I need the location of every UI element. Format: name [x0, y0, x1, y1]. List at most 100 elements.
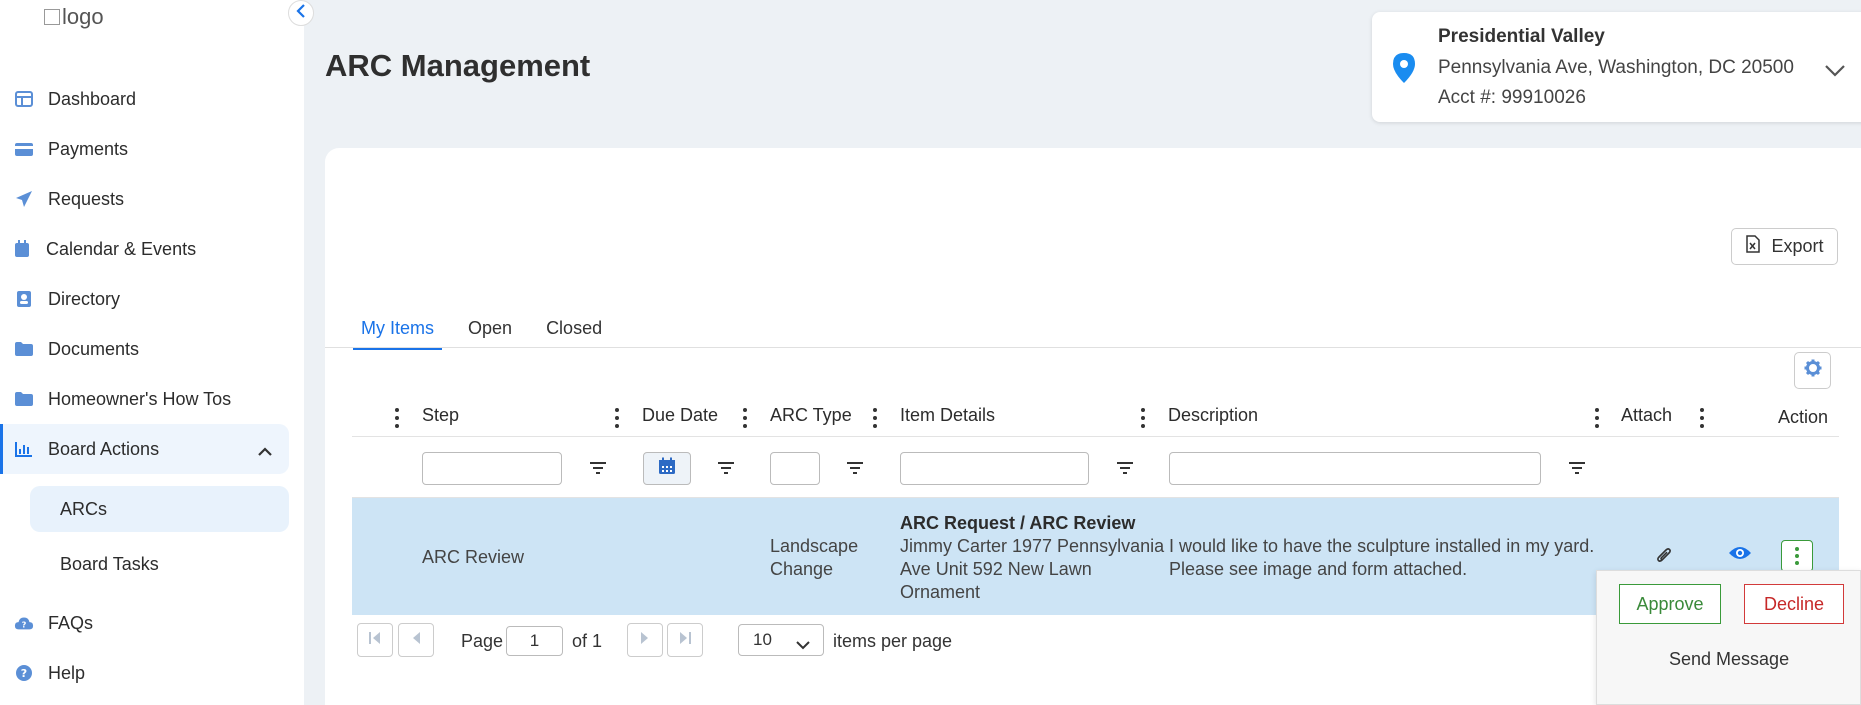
page-number-input[interactable]: 1: [506, 626, 563, 656]
sidebar-subitem-label: Board Tasks: [60, 553, 159, 574]
chevron-down-icon: [795, 635, 811, 655]
sidebar-item-label: Calendar & Events: [46, 238, 197, 259]
column-menu-icon[interactable]: [1594, 408, 1600, 428]
sidebar-item-label: Documents: [48, 338, 140, 359]
first-page-icon: [368, 631, 382, 650]
tab-bar: My Items Open Closed: [353, 310, 628, 350]
next-page-icon: [640, 631, 650, 650]
paperclip-icon[interactable]: [1655, 546, 1673, 571]
cloud-question-icon: ?: [14, 613, 34, 633]
export-button[interactable]: Export: [1731, 228, 1838, 265]
row-actions-button[interactable]: [1781, 540, 1813, 572]
sidebar-item-homeowners-how-tos[interactable]: Homeowner's How Tos: [0, 374, 289, 424]
folder-icon: [14, 339, 34, 359]
bar-chart-icon: [14, 439, 34, 459]
sidebar-item-help[interactable]: ? Help: [0, 648, 289, 698]
column-header-item-details[interactable]: Item Details: [900, 405, 995, 426]
gear-icon: [1804, 359, 1822, 382]
first-page-button[interactable]: [357, 623, 393, 657]
broken-image-icon: [44, 9, 60, 25]
contact-card-icon: [14, 289, 34, 309]
item-title: ARC Request / ARC Review: [900, 513, 1136, 533]
excel-file-icon: [1745, 235, 1761, 258]
column-menu-icon[interactable]: [614, 408, 620, 428]
filter-icon[interactable]: [716, 458, 736, 478]
column-settings-button[interactable]: [1794, 352, 1831, 389]
header-divider: [352, 436, 1839, 437]
sidebar-item-requests[interactable]: Requests: [0, 174, 289, 224]
sidebar-item-board-actions[interactable]: Board Actions: [0, 424, 289, 474]
filter-icon[interactable]: [1567, 458, 1587, 478]
sidebar: logo Dashboard Payments Requests Calenda…: [0, 0, 304, 705]
sidebar-item-calendar[interactable]: Calendar & Events: [0, 224, 289, 274]
step-cell: ARC Review: [422, 547, 525, 567]
tab-my-items[interactable]: My Items: [353, 310, 443, 350]
filter-icon[interactable]: [845, 458, 865, 478]
next-page-button[interactable]: [627, 623, 663, 657]
column-header-due-date[interactable]: Due Date: [642, 405, 718, 426]
column-header-step[interactable]: Step: [422, 405, 459, 426]
sidebar-subitem-arcs[interactable]: ARCs: [30, 486, 289, 532]
community-address: Pennsylvania Ave, Washington, DC 20500: [1438, 57, 1794, 78]
map-pin-icon: [1392, 52, 1416, 89]
approve-button[interactable]: Approve: [1619, 584, 1721, 624]
calendar-icon: [658, 457, 676, 480]
tab-closed[interactable]: Closed: [538, 310, 610, 348]
question-circle-icon: ?: [14, 663, 34, 683]
previous-page-button[interactable]: [398, 623, 434, 657]
arc-type-line: Change: [770, 559, 834, 579]
sidebar-item-payments[interactable]: Payments: [0, 124, 289, 174]
item-details-filter-input[interactable]: [900, 452, 1089, 485]
sidebar-item-label: FAQs: [48, 612, 94, 633]
sidebar-item-directory[interactable]: Directory: [0, 274, 289, 324]
page-count: of 1: [572, 631, 603, 651]
arc-type-filter-input[interactable]: [770, 452, 820, 485]
sidebar-item-label: Dashboard: [48, 88, 137, 109]
step-filter-input[interactable]: [422, 452, 562, 485]
logo[interactable]: logo: [44, 4, 104, 30]
community-name: Presidential Valley: [1438, 26, 1605, 47]
column-menu-icon[interactable]: [872, 408, 878, 428]
logo-alt-text: logo: [62, 4, 104, 29]
item-details-cell: ARC Request / ARC Review Jimmy Carter 19…: [900, 512, 1164, 604]
last-page-button[interactable]: [667, 623, 703, 657]
sidebar-item-label: Homeowner's How Tos: [48, 388, 232, 409]
paper-plane-icon: [14, 189, 34, 209]
page-label: Page: [461, 631, 504, 651]
sidebar-item-documents[interactable]: Documents: [0, 324, 289, 374]
location-selector[interactable]: Presidential Valley Pennsylvania Ave, Wa…: [1372, 12, 1861, 122]
sidebar-subitem-board-tasks[interactable]: Board Tasks: [30, 541, 289, 587]
items-per-page-label: items per page: [833, 631, 953, 651]
decline-button[interactable]: Decline: [1744, 584, 1844, 624]
tab-open[interactable]: Open: [460, 310, 520, 348]
date-picker-button[interactable]: [643, 452, 691, 485]
sidebar-item-dashboard[interactable]: Dashboard: [0, 74, 289, 124]
sidebar-item-faqs[interactable]: ? FAQs: [0, 598, 289, 648]
column-menu-icon[interactable]: [1699, 408, 1705, 428]
column-menu-icon[interactable]: [1140, 408, 1146, 428]
eye-icon[interactable]: [1728, 545, 1752, 566]
sidebar-collapse-button[interactable]: [288, 0, 314, 26]
export-label: Export: [1771, 236, 1824, 256]
column-header-arc-type[interactable]: ARC Type: [770, 405, 852, 426]
chevron-down-icon[interactable]: [1824, 64, 1846, 83]
send-message-button[interactable]: Send Message: [1669, 649, 1789, 670]
column-header-attach[interactable]: Attach: [1621, 405, 1672, 426]
sidebar-item-label: Board Actions: [48, 438, 160, 459]
column-header-action: Action: [1778, 407, 1829, 427]
arc-type-cell: Landscape Change: [770, 535, 858, 581]
calendar-icon: [12, 239, 32, 259]
page-size-select[interactable]: 10: [738, 624, 824, 656]
chevron-left-icon: [296, 3, 306, 23]
sidebar-item-label: Payments: [48, 138, 129, 159]
sidebar-subitem-label: ARCs: [60, 498, 108, 519]
column-header-description[interactable]: Description: [1168, 405, 1258, 426]
filter-icon[interactable]: [588, 458, 608, 478]
column-menu-icon[interactable]: [742, 408, 748, 428]
description-line: I would like to have the sculpture insta…: [1169, 536, 1595, 556]
description-filter-input[interactable]: [1169, 452, 1541, 485]
filter-icon[interactable]: [1115, 458, 1135, 478]
column-menu-icon[interactable]: [394, 408, 400, 428]
account-number: Acct #: 99910026: [1438, 87, 1586, 108]
credit-card-icon: [14, 139, 34, 159]
